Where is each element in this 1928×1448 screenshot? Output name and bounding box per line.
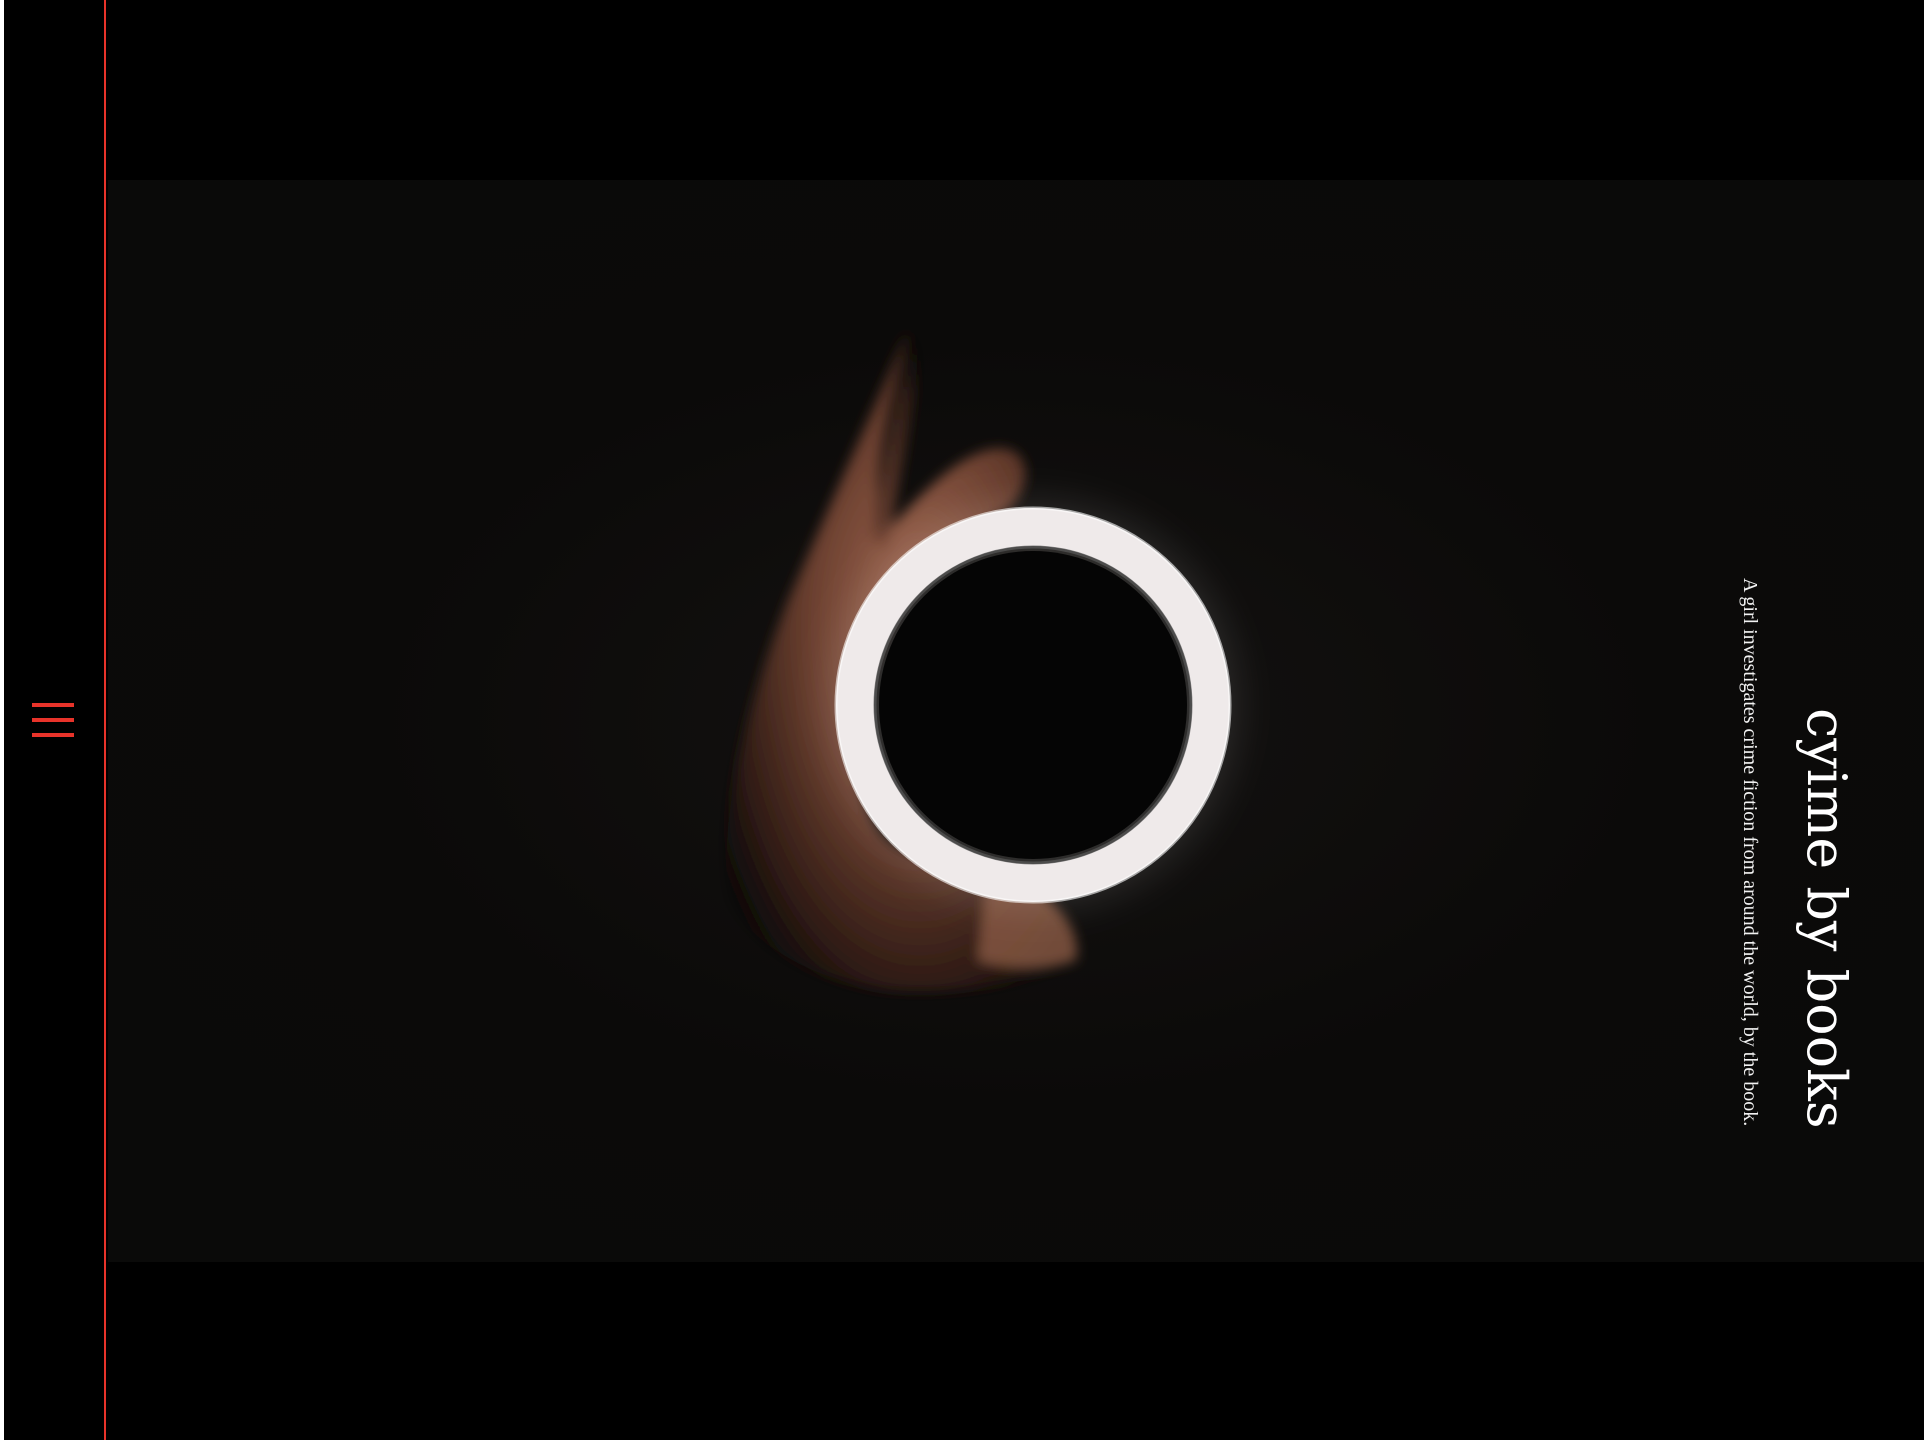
sidebar xyxy=(4,0,106,1440)
hand-holding-ring-image xyxy=(726,330,1258,991)
site-tagline: A girl investigates crime fiction from a… xyxy=(1739,578,1761,1127)
hamburger-menu-icon-line xyxy=(32,703,74,707)
page: cyime by books A girl investigates crime… xyxy=(4,0,1924,1440)
hamburger-menu-icon-line xyxy=(32,733,74,737)
menu-button[interactable] xyxy=(30,700,76,740)
hero-image: cyime by books A girl investigates crime… xyxy=(108,180,1924,1262)
site-title[interactable]: cyime by books xyxy=(1795,708,1858,1129)
title-block: cyime by books A girl investigates crime… xyxy=(1696,578,1858,1228)
hamburger-menu-icon-line xyxy=(32,718,74,722)
